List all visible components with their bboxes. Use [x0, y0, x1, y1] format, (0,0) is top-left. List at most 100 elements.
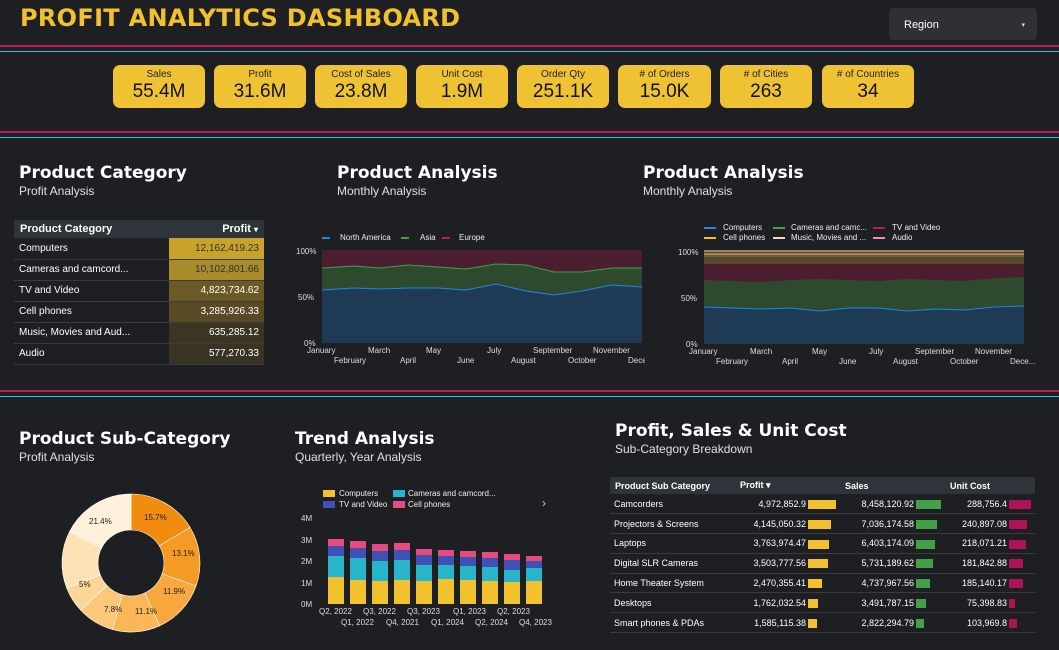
column-header-category[interactable]: Product Category: [14, 220, 170, 238]
legend-label: Asia: [420, 233, 436, 242]
table-row[interactable]: Home Theater System 2,470,355.41 4,737,967…: [610, 573, 1035, 594]
profit-value: 4,972,852.9: [758, 498, 806, 509]
profit-cell: 4,145,050.32: [735, 513, 840, 535]
slice-label: 21.4%: [89, 517, 112, 526]
product-analysis-2-title: Product Analysis: [643, 163, 804, 183]
cost-value: 181,842.88: [961, 558, 1007, 569]
region-area-chart[interactable]: North America Asia Europe 100% 50% 0% Ja…: [290, 225, 645, 370]
kpi-value: 55.4M: [132, 81, 186, 102]
legend-swatch: [873, 227, 885, 229]
sales-value: 3,491,787.15: [861, 597, 914, 608]
column-header-unit-cost[interactable]: Unit Cost: [945, 477, 1035, 494]
bar-q2-2024[interactable]: [482, 552, 498, 604]
cost-value: 103,969.8: [966, 617, 1007, 628]
sales-bar: [916, 519, 937, 529]
sales-bar: [916, 559, 933, 569]
bar-q4-2021[interactable]: [394, 543, 410, 604]
x-tick: August: [893, 357, 919, 366]
y-tick: 3M: [301, 536, 312, 545]
x-tick: Dece...: [1010, 357, 1035, 366]
table-row[interactable]: Projectors & Screens 4,145,050.32 7,036,17…: [610, 513, 1035, 535]
table-row[interactable]: Camcorders 4,972,852.9 8,458,120.92 288,756…: [610, 494, 1035, 515]
dashboard-title: PROFIT ANALYTICS DASHBOARD: [20, 4, 461, 32]
chevron-right-icon[interactable]: ›: [542, 496, 546, 510]
table-row[interactable]: Computers 12,162,419.23: [14, 238, 264, 260]
x-tick: January: [689, 347, 717, 356]
table-row[interactable]: Digital SLR Cameras 3,503,777.56 5,731,189…: [610, 553, 1035, 574]
cost-cell: 288,756.4: [945, 494, 1035, 515]
category-area-chart[interactable]: Computers Cameras and camc... TV and Vid…: [672, 218, 1059, 373]
legend-swatch: [704, 237, 716, 239]
table-row[interactable]: Laptops 3,763,974.47 6,403,174.09 218,071.2…: [610, 533, 1035, 554]
table-row[interactable]: TV and Video 4,823,734.62: [14, 280, 264, 302]
legend-label: Cell phones: [408, 500, 450, 509]
region-dropdown[interactable]: Region ▾: [889, 8, 1037, 40]
x-tick: October: [950, 357, 979, 366]
bar-q2-2022[interactable]: [328, 539, 344, 604]
column-header-profit[interactable]: Profit ▾: [169, 220, 264, 238]
cost-cell: 75,398.83: [945, 592, 1035, 614]
cost-cell: 218,071.21: [945, 533, 1035, 554]
x-tick: August: [511, 356, 537, 365]
x-tick: April: [400, 356, 416, 365]
bar-q2-2023[interactable]: [504, 554, 520, 604]
trend-stacked-bar-chart[interactable]: Computers Cameras and camcord... TV and …: [293, 483, 563, 633]
column-header-sub-category[interactable]: Product Sub Category: [610, 477, 735, 494]
divider-pink-mid: [0, 131, 1059, 133]
table-row[interactable]: Music, Movies and Aud... 635,285.12: [14, 322, 264, 344]
table-row[interactable]: Cell phones 3,285,926.33: [14, 301, 264, 323]
profit-cell: 3,503,777.56: [735, 553, 840, 574]
column-header-sales[interactable]: Sales: [840, 477, 945, 494]
category-name: Computers: [14, 238, 170, 260]
product-analysis-2-subtitle: Monthly Analysis: [643, 184, 733, 198]
kpi-value: 23.8M: [334, 81, 388, 102]
sub-category-name: Projectors & Screens: [610, 513, 735, 535]
x-tick: March: [368, 346, 390, 355]
cost-value: 288,756.4: [966, 498, 1007, 509]
bar-q3-2023[interactable]: [416, 549, 432, 604]
x-tick: Q3, 2022: [363, 607, 396, 616]
profit-value: 2,470,355.41: [753, 578, 806, 589]
sales-cell: 2,822,294.79: [840, 612, 945, 634]
trend-subtitle: Quarterly, Year Analysis: [295, 450, 422, 464]
column-header-profit-label: Profit: [222, 223, 251, 235]
legend-label: Music, Movies and ...: [791, 233, 866, 242]
table-row[interactable]: Desktops 1,762,032.54 3,491,787.15 75,398.8…: [610, 592, 1035, 614]
table-row[interactable]: Smart phones & PDAs 1,585,115.38 2,822,294…: [610, 612, 1035, 634]
x-tick: Q2, 2022: [319, 607, 352, 616]
bar-q4-2023[interactable]: [526, 556, 542, 604]
x-tick: Q4, 2021: [386, 618, 419, 627]
column-header-profit[interactable]: Profit ▾: [735, 477, 840, 494]
y-tick: 100%: [296, 247, 316, 256]
bar-q3-2022[interactable]: [372, 544, 388, 604]
legend-swatch: [704, 227, 716, 229]
table-row[interactable]: Audio 577,270.33: [14, 343, 264, 365]
sales-value: 8,458,120.92: [861, 498, 914, 509]
category-name: Cell phones: [14, 301, 170, 323]
x-tick: April: [782, 357, 798, 366]
kpi-label: # of Cities: [743, 69, 789, 80]
slice-label: 15.7%: [144, 513, 167, 522]
profit-value: 3,503,777.56: [753, 558, 806, 569]
sort-down-icon: ▾: [766, 480, 771, 490]
x-tick: Q2, 2024: [475, 618, 508, 627]
sales-value: 4,737,967.56: [861, 578, 914, 589]
x-tick: May: [812, 347, 827, 356]
sales-bar: [916, 598, 926, 608]
sales-bar: [916, 618, 924, 628]
bar-q1-2023[interactable]: [460, 551, 476, 604]
kpi-cost-of-sales: Cost of Sales 23.8M: [315, 65, 407, 108]
bar-q1-2022[interactable]: [350, 541, 366, 604]
profit-bar: [808, 618, 817, 628]
bar-q1-2024[interactable]: [438, 550, 454, 604]
sub-category-donut[interactable]: 15.7% 13.1% 11.9% 11.1% 7.8% 5% 21.4%: [55, 487, 207, 639]
product-category-table: Product Category Profit ▾ Computers 12,16…: [14, 220, 264, 365]
x-tick: Q1, 2023: [453, 607, 486, 616]
legend-swatch: [873, 237, 885, 239]
sales-bar: [916, 499, 941, 509]
trend-title: Trend Analysis: [295, 429, 435, 449]
table-row[interactable]: Cameras and camcord... 10,102,801.66: [14, 259, 264, 281]
cost-value: 218,071.21: [961, 538, 1007, 549]
legend-swatch: [773, 227, 785, 229]
category-name: Audio: [14, 343, 170, 365]
